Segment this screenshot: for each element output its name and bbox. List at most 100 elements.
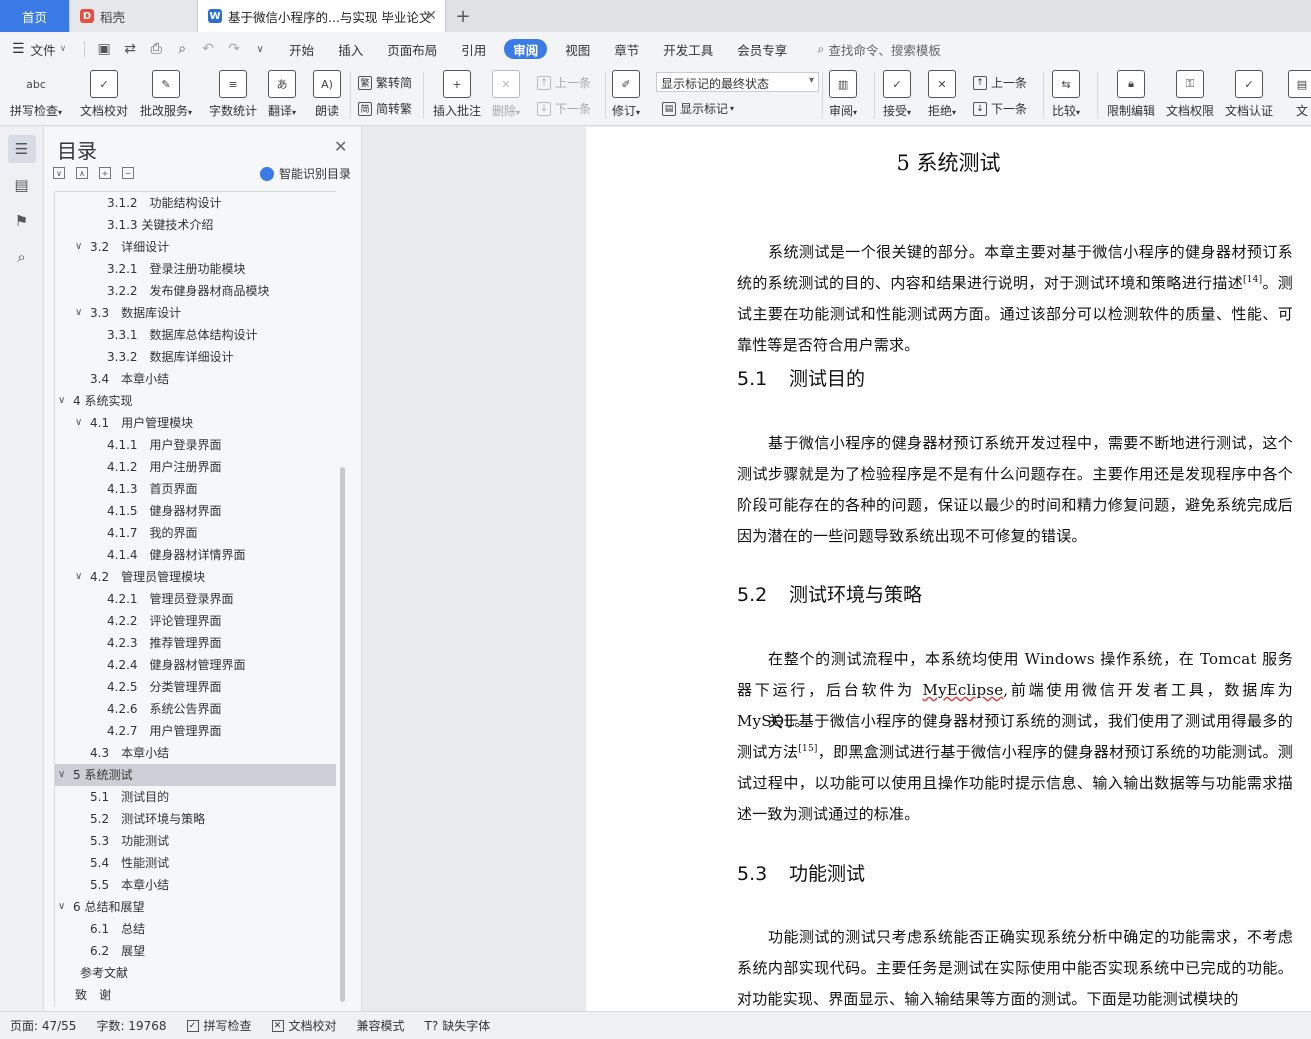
toc-item[interactable]: 6.1 总结 xyxy=(55,918,336,940)
toc-panel-icon[interactable]: ☰ xyxy=(7,135,36,163)
command-search[interactable]: ⌕ 查找命令、搜索模板 xyxy=(799,32,953,66)
save-icon[interactable]: ▣ xyxy=(91,32,117,66)
toc-item[interactable]: 4.1.3 首页界面 xyxy=(55,478,336,500)
chevron-down-icon[interactable]: ∨ xyxy=(75,412,82,434)
chevron-down-icon[interactable]: ∨ xyxy=(75,236,82,258)
show-markup-button[interactable]: ▤ 显示标记 ▾ xyxy=(662,100,734,117)
toc-item[interactable]: 4.1.7 我的界面 xyxy=(55,522,336,544)
undo-icon[interactable]: ↶ xyxy=(195,32,221,66)
file-menu[interactable]: ☰ 文件 ∨ xyxy=(0,32,78,66)
toc-item[interactable]: 4.1.1 用户登录界面 xyxy=(55,434,336,456)
toc-item[interactable]: 3.2.1 登录注册功能模块 xyxy=(55,258,336,280)
remove-item-icon[interactable]: − xyxy=(122,167,134,179)
menu-review[interactable]: 审阅 xyxy=(504,39,548,59)
more-chevron-icon[interactable]: ∨ xyxy=(247,32,273,66)
menu-member[interactable]: 会员专享 xyxy=(725,32,799,66)
status-spell-check[interactable]: ✓ 拼写检查 xyxy=(177,1017,262,1034)
menu-view[interactable]: 视图 xyxy=(553,32,602,66)
proofread-button[interactable]: ✓ 文档校对 xyxy=(80,70,128,119)
chevron-down-icon[interactable]: ∨ xyxy=(75,566,82,588)
toc-item[interactable]: 4.2.2 评论管理界面 xyxy=(55,610,336,632)
toc-item[interactable]: ∨ 4.2 管理员管理模块 xyxy=(55,566,336,588)
page-indicator[interactable]: 页面: 47/55 xyxy=(0,1017,86,1034)
menu-reference[interactable]: 引用 xyxy=(449,32,498,66)
toc-item[interactable]: 4.2.7 用户管理界面 xyxy=(55,720,336,742)
bookmark-icon[interactable]: ⚑ xyxy=(8,207,36,235)
toc-scrollbar[interactable] xyxy=(340,467,345,1002)
toc-item[interactable]: ∨ 3.3 数据库设计 xyxy=(55,302,336,324)
prev-comment-button[interactable]: ↑ 上一条 xyxy=(537,74,591,91)
tab-daoke[interactable]: D 稻壳 xyxy=(70,0,198,32)
toc-item[interactable]: 参考文献 xyxy=(55,962,336,984)
doc-more-button[interactable]: ▤ 文 xyxy=(1288,70,1311,119)
print-preview-icon[interactable]: ⌕ xyxy=(169,32,195,66)
menu-devtools[interactable]: 开发工具 xyxy=(651,32,725,66)
toc-item[interactable]: 4.1.5 健身器材界面 xyxy=(55,500,336,522)
toc-item[interactable]: ∨ 4 系统实现 xyxy=(55,390,336,412)
expand-up-icon[interactable]: ∧ xyxy=(76,167,88,179)
menu-chapter[interactable]: 章节 xyxy=(602,32,651,66)
status-proofread[interactable]: ✕ 文档校对 xyxy=(262,1017,347,1034)
reject-button[interactable]: ✕ 拒绝▾ xyxy=(928,70,956,119)
collapse-all-icon[interactable]: ∨ xyxy=(53,167,65,179)
toc-item[interactable]: 3.2.2 发布健身器材商品模块 xyxy=(55,280,336,302)
accept-button[interactable]: ✓ 接受▾ xyxy=(883,70,911,119)
batch-service-button[interactable]: ✎ 批改服务▾ xyxy=(140,70,192,119)
chevron-down-icon[interactable]: ∨ xyxy=(58,390,65,412)
toc-item[interactable]: 4.2.6 系统公告界面 xyxy=(55,698,336,720)
toc-item[interactable]: 5.5 本章小结 xyxy=(55,874,336,896)
menu-layout[interactable]: 页面布局 xyxy=(375,32,449,66)
toc-item[interactable]: ∨ 6 总结和展望 xyxy=(55,896,336,918)
add-item-icon[interactable]: + xyxy=(99,167,111,179)
doc-certify-button[interactable]: ✓ 文档认证 xyxy=(1225,70,1273,119)
toc-item[interactable]: 3.4 本章小结 xyxy=(55,368,336,390)
markup-state-select[interactable]: 显示标记的最终状态 xyxy=(656,72,819,92)
prev-change-button[interactable]: ↑ 上一条 xyxy=(973,74,1027,91)
tab-document[interactable]: W 基于微信小程序的...与实现 毕业论文 ✕ xyxy=(198,0,446,32)
read-aloud-button[interactable]: A) 朗读 xyxy=(313,70,341,119)
toc-item[interactable]: 5.1 测试目的 xyxy=(55,786,336,808)
delete-comment-button[interactable]: ✕ 删除▾ xyxy=(492,70,520,119)
toc-item[interactable]: ∨ 3.2 详细设计 xyxy=(55,236,336,258)
toc-item[interactable]: 3.1.3 关键技术介绍 xyxy=(55,214,336,236)
close-icon[interactable]: ✕ xyxy=(425,8,437,24)
word-count-button[interactable]: ≡ 字数统计 xyxy=(209,70,257,119)
menu-insert[interactable]: 插入 xyxy=(326,32,375,66)
toc-item[interactable]: 4.1.2 用户注册界面 xyxy=(55,456,336,478)
smart-toc-button[interactable]: 智能识别目录 xyxy=(260,165,351,182)
toc-item[interactable]: 致 谢 xyxy=(55,984,336,1006)
search-icon[interactable]: ⌕ xyxy=(8,243,36,271)
toc-item[interactable]: 4.1.4 健身器材详情界面 xyxy=(55,544,336,566)
toc-item[interactable]: 5.3 功能测试 xyxy=(55,830,336,852)
toc-item[interactable]: 4.2.4 健身器材管理界面 xyxy=(55,654,336,676)
toc-item[interactable]: ∨ 5 系统测试 xyxy=(55,764,336,786)
share-icon[interactable]: ⇄ xyxy=(117,32,143,66)
menu-start[interactable]: 开始 xyxy=(277,32,326,66)
toc-item[interactable]: 6.2 展望 xyxy=(55,940,336,962)
toc-item[interactable]: 4.3 本章小结 xyxy=(55,742,336,764)
track-changes-button[interactable]: ✐ 修订▾ xyxy=(612,70,640,119)
word-count-indicator[interactable]: 字数: 19768 xyxy=(86,1017,176,1034)
missing-font[interactable]: T? 缺失字体 xyxy=(415,1017,501,1034)
restrict-edit-button[interactable]: 🔒︎ 限制编辑 xyxy=(1107,70,1155,119)
chevron-down-icon[interactable]: ∨ xyxy=(58,896,65,918)
toc-item[interactable]: 4.2.5 分类管理界面 xyxy=(55,676,336,698)
simp-to-trad-button[interactable]: 简简转繁 xyxy=(358,100,412,117)
toc-item[interactable]: 5.2 测试环境与策略 xyxy=(55,808,336,830)
compare-button[interactable]: ⇆ 比较▾ xyxy=(1052,70,1080,119)
new-tab-button[interactable]: + xyxy=(446,0,480,32)
doc-rights-button[interactable]: ⚿ 文档权限 xyxy=(1166,70,1214,119)
toc-item[interactable]: 3.1.2 功能结构设计 xyxy=(55,192,336,214)
toc-item[interactable]: 4.2.3 推荐管理界面 xyxy=(55,632,336,654)
document-page[interactable]: 5 系统测试 系统测试是一个很关键的部分。本章主要对基于微信小程序的健身器材预订… xyxy=(586,127,1311,1011)
chevron-down-icon[interactable]: ∨ xyxy=(58,764,65,786)
insert-comment-button[interactable]: + 插入批注 xyxy=(433,70,481,119)
trad-to-simp-button[interactable]: 繁繁转简 xyxy=(358,74,412,91)
next-comment-button[interactable]: ↓ 下一条 xyxy=(537,100,591,117)
print-icon[interactable]: ⎙ xyxy=(143,32,169,66)
redo-icon[interactable]: ↷ xyxy=(221,32,247,66)
toc-item[interactable]: 4.2.1 管理员登录界面 xyxy=(55,588,336,610)
close-icon[interactable]: ✕ xyxy=(334,137,347,156)
compat-mode[interactable]: 兼容模式 xyxy=(347,1017,415,1034)
translate-button[interactable]: あ翻译▾ xyxy=(268,70,296,119)
